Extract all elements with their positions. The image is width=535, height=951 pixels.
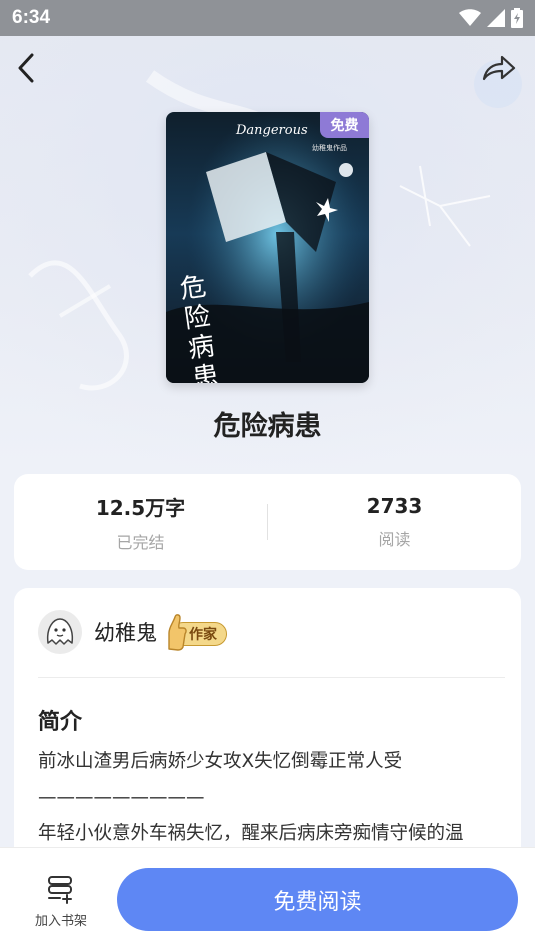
- bottom-action-bar: 加入书架 免费阅读: [0, 848, 535, 951]
- stat-reads: 2733 阅读: [268, 494, 521, 550]
- book-title: 危险病患: [213, 411, 322, 442]
- avatar[interactable]: [38, 610, 82, 654]
- cover-illustration: Dangerous 幼稚鬼作品 危险病患: [166, 112, 369, 383]
- share-icon: [482, 55, 516, 81]
- cover-en-title: Dangerous: [235, 123, 308, 138]
- share-button[interactable]: [479, 48, 519, 88]
- status-bar: 6:34: [0, 0, 535, 36]
- intro-line: 前冰山渣男后病娇少女攻X失忆倒霉正常人受: [38, 751, 403, 772]
- chevron-left-icon: [18, 53, 34, 83]
- status-time: 6:34: [12, 7, 51, 28]
- thumbs-up-icon: [168, 614, 187, 651]
- cover-credit: 幼稚鬼作品: [312, 143, 347, 152]
- add-to-shelf-label: 加入书架: [34, 914, 87, 929]
- author-name[interactable]: 幼稚鬼: [94, 617, 157, 647]
- free-badge: 免费: [320, 112, 369, 138]
- bookshelf-add-icon: [48, 876, 72, 904]
- intro-heading: 简介: [38, 710, 83, 735]
- battery-icon: [511, 8, 523, 28]
- book-cover[interactable]: Dangerous 幼稚鬼作品 危险病患 免费: [166, 112, 369, 383]
- intro-line: 年轻小伙意外车祸失忆，醒来后病床旁痴情守候的温: [38, 823, 464, 844]
- stat-word-count: 12.5万字 已完结: [14, 492, 267, 553]
- add-to-shelf-button[interactable]: 加入书架: [22, 874, 100, 929]
- intro-line: —————————: [38, 787, 205, 808]
- stat-label: 已完结: [116, 532, 165, 552]
- stats-card: 12.5万字 已完结 2733 阅读: [14, 474, 521, 570]
- book-detail-page: 6:34 Dangerous 幼稚鬼作品 危险病患 免费 危险病患 12.5万字…: [0, 0, 535, 951]
- free-read-button[interactable]: 免费阅读: [117, 868, 518, 931]
- divider: [38, 677, 505, 678]
- intro-text[interactable]: 前冰山渣男后病娇少女攻X失忆倒霉正常人受 ————————— 年轻小伙意外车祸失…: [38, 744, 498, 852]
- stat-value: 12.5万字: [95, 495, 186, 520]
- author-tag-badge: 作家: [163, 613, 229, 651]
- ghost-avatar-icon: [46, 618, 74, 645]
- stat-label: 阅读: [378, 530, 411, 549]
- signal-icon: [487, 9, 505, 27]
- back-button[interactable]: [6, 48, 46, 88]
- wifi-icon: [459, 9, 481, 26]
- stat-value: 2733: [366, 494, 423, 518]
- author-row[interactable]: 幼稚鬼 作家: [38, 610, 229, 654]
